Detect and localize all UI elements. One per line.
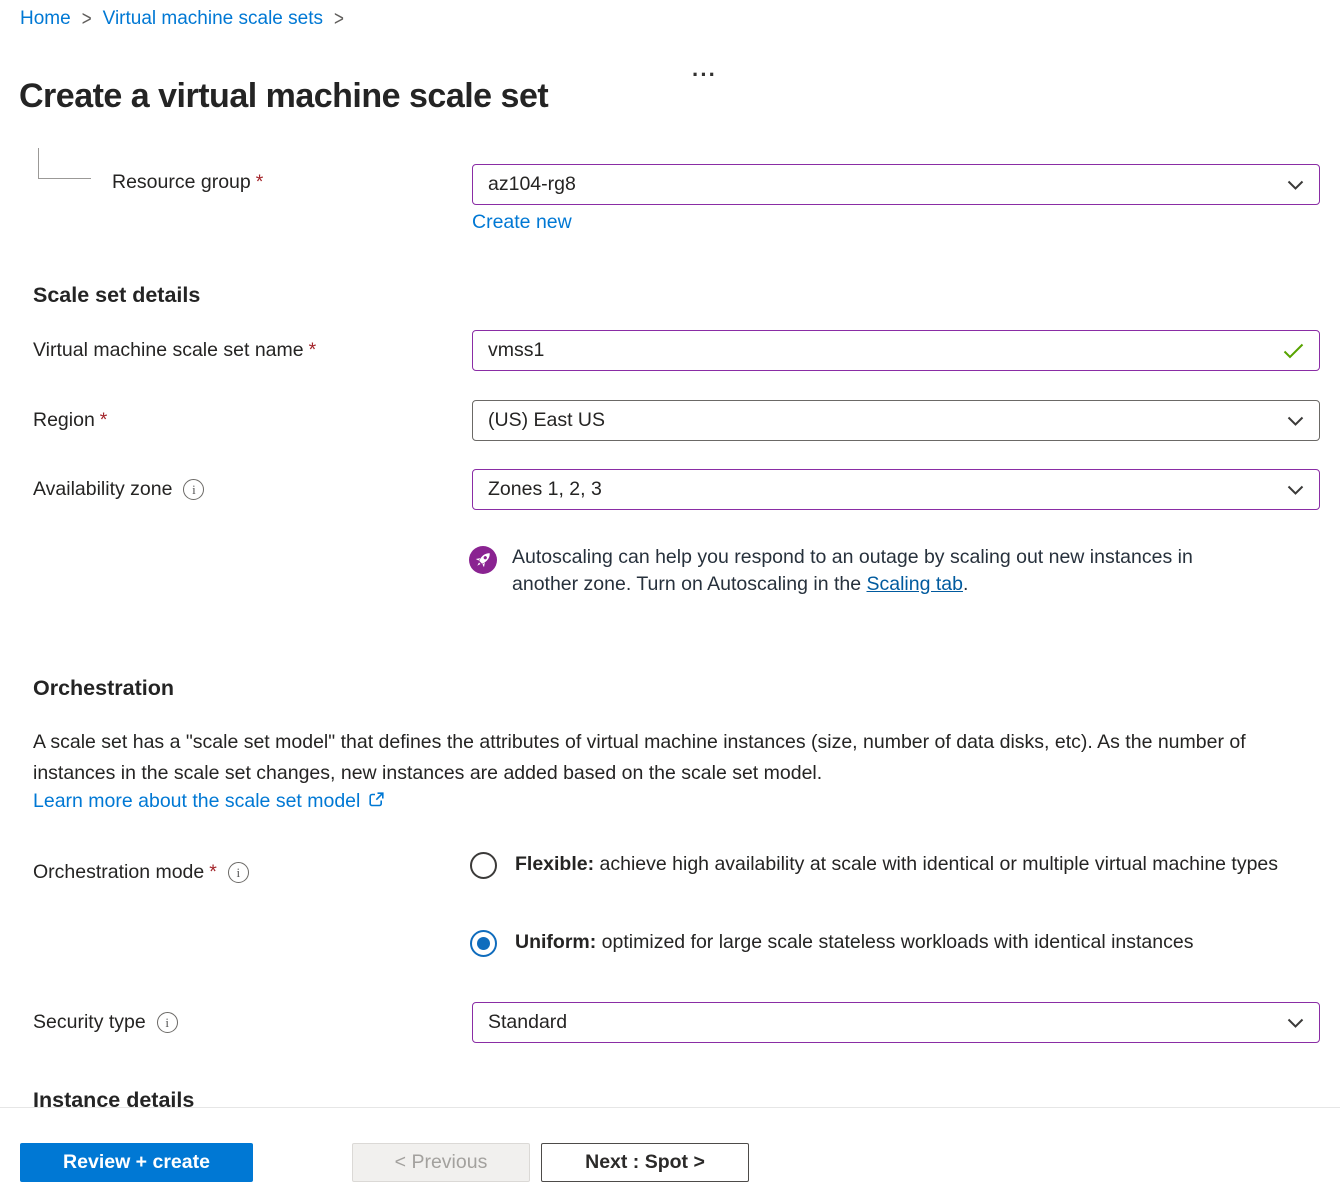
availability-zone-value: Zones 1, 2, 3 <box>488 478 602 501</box>
radio-option-flexible[interactable]: Flexible: achieve high availability at s… <box>470 849 1285 880</box>
required-asterisk: * <box>309 339 317 362</box>
previous-button[interactable]: < Previous <box>352 1143 530 1182</box>
region-label: Region * <box>33 409 107 432</box>
orchestration-description: A scale set has a "scale set model" that… <box>33 727 1327 789</box>
page-title: Create a virtual machine scale set <box>19 77 548 116</box>
valid-check-icon <box>1283 343 1304 359</box>
security-type-dropdown[interactable]: Standard <box>472 1002 1320 1043</box>
rocket-icon <box>469 546 497 574</box>
chevron-right-icon: > <box>82 7 92 32</box>
chevron-right-icon: > <box>334 7 344 32</box>
uniform-option-text[interactable]: Uniform: optimized for large scale state… <box>515 927 1315 958</box>
region-dropdown[interactable]: (US) East US <box>472 400 1320 441</box>
info-icon[interactable]: i <box>228 862 249 883</box>
scaling-tab-link[interactable]: Scaling tab <box>867 573 963 595</box>
breadcrumb-vmss[interactable]: Virtual machine scale sets <box>103 8 323 30</box>
vm-name-value: vmss1 <box>488 339 544 362</box>
security-type-value: Standard <box>488 1011 567 1034</box>
create-new-link[interactable]: Create new <box>472 211 572 234</box>
create-vmss-page: Home > Virtual machine scale sets > Crea… <box>0 0 1340 1202</box>
orchestration-heading: Orchestration <box>33 676 174 701</box>
form-content: Home > Virtual machine scale sets > Crea… <box>0 0 1340 1107</box>
scale-set-details-heading: Scale set details <box>33 283 200 308</box>
resource-group-dropdown[interactable]: az104-rg8 <box>472 164 1320 205</box>
radio-unselected-icon[interactable] <box>470 852 497 879</box>
child-indent-mark <box>38 148 91 179</box>
review-create-button[interactable]: Review + create <box>20 1143 253 1182</box>
availability-zone-label: Availability zone i <box>33 478 204 501</box>
learn-more-link[interactable]: Learn more about the scale set model <box>33 790 360 813</box>
chevron-down-icon <box>1287 180 1304 190</box>
flexible-option-text[interactable]: Flexible: achieve high availability at s… <box>515 849 1285 880</box>
more-options-icon[interactable]: ··· <box>692 62 717 88</box>
autoscaling-note: Autoscaling can help you respond to an o… <box>469 544 1252 597</box>
external-link-icon <box>368 791 385 813</box>
chevron-down-icon <box>1287 416 1304 426</box>
required-asterisk: * <box>100 409 108 432</box>
orchestration-mode-label: Orchestration mode * i <box>33 861 249 884</box>
breadcrumb-home[interactable]: Home <box>20 8 71 30</box>
region-value: (US) East US <box>488 409 605 432</box>
footer-divider <box>0 1107 1340 1108</box>
security-type-label: Security type i <box>33 1011 178 1034</box>
required-asterisk: * <box>209 861 217 884</box>
chevron-down-icon <box>1287 485 1304 495</box>
next-spot-button[interactable]: Next : Spot > <box>541 1143 749 1182</box>
autoscaling-note-text: Autoscaling can help you respond to an o… <box>512 544 1252 597</box>
radio-selected-icon[interactable] <box>470 930 497 957</box>
vm-name-label: Virtual machine scale set name * <box>33 339 316 362</box>
radio-option-uniform[interactable]: Uniform: optimized for large scale state… <box>470 927 1315 958</box>
availability-zone-dropdown[interactable]: Zones 1, 2, 3 <box>472 469 1320 510</box>
learn-more-link-wrap: Learn more about the scale set model <box>33 790 385 813</box>
info-icon[interactable]: i <box>157 1012 178 1033</box>
instance-details-heading: Instance details <box>33 1088 194 1107</box>
resource-group-label: Resource group * <box>112 171 263 194</box>
required-asterisk: * <box>256 171 264 194</box>
info-icon[interactable]: i <box>183 479 204 500</box>
breadcrumb: Home > Virtual machine scale sets > <box>20 8 355 30</box>
vm-name-input[interactable]: vmss1 <box>472 330 1320 371</box>
chevron-down-icon <box>1287 1018 1304 1028</box>
resource-group-value: az104-rg8 <box>488 173 576 196</box>
